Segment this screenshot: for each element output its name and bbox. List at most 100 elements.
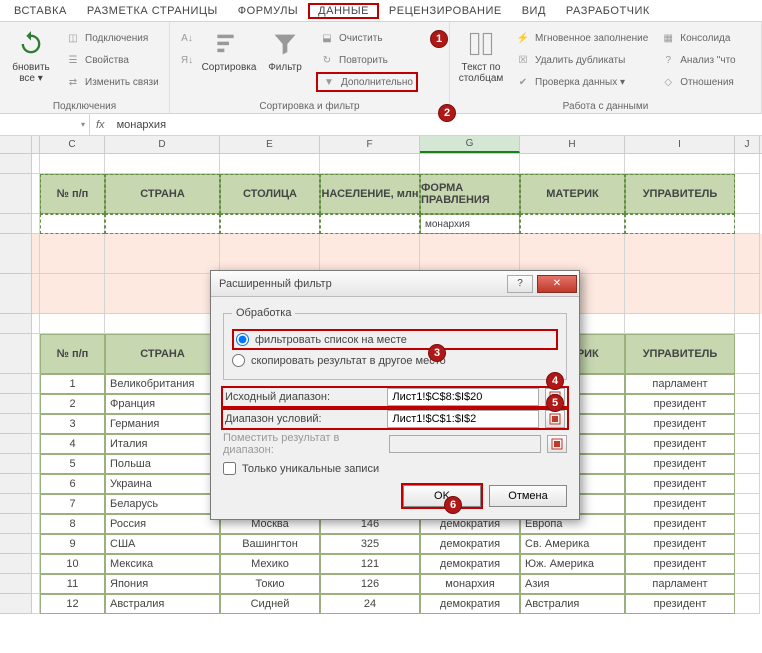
criteria-cell-value[interactable]: монархия xyxy=(420,214,520,234)
cell-num[interactable]: 8 xyxy=(40,514,105,534)
sort-desc-button[interactable]: Я↓ xyxy=(176,50,198,70)
cell-ruler[interactable]: президент xyxy=(625,514,735,534)
source-range-input[interactable] xyxy=(387,388,539,406)
cell-ruler[interactable]: президент xyxy=(625,594,735,614)
cell-num[interactable]: 7 xyxy=(40,494,105,514)
text-to-columns-button[interactable]: Текст по столбцам xyxy=(456,24,506,84)
refresh-all-button[interactable]: бновить все ▾ xyxy=(6,24,56,84)
radio-filter-in-place[interactable]: фильтровать список на месте xyxy=(232,329,558,350)
tab-view[interactable]: ВИД xyxy=(512,3,556,19)
cell-country[interactable]: США xyxy=(105,534,220,554)
properties-button[interactable]: ☰Свойства xyxy=(62,50,162,70)
consolidate-button[interactable]: ▦Консолида xyxy=(657,28,738,48)
cell-country[interactable]: Франция xyxy=(105,394,220,414)
cell-capital[interactable]: Токио xyxy=(220,574,320,594)
tab-insert[interactable]: ВСТАВКА xyxy=(4,3,77,19)
col-F[interactable]: F xyxy=(320,136,420,153)
cell-continent[interactable]: Австралия xyxy=(520,594,625,614)
name-box[interactable] xyxy=(0,114,90,135)
relations-button[interactable]: ◇Отношения xyxy=(657,72,738,92)
cell-country[interactable]: Великобритания xyxy=(105,374,220,394)
cell-country[interactable]: Россия xyxy=(105,514,220,534)
cell-government[interactable]: демократия xyxy=(420,534,520,554)
clear-filter-button[interactable]: ⬓Очистить xyxy=(316,28,418,48)
dialog-titlebar[interactable]: Расширенный фильтр ? ✕ xyxy=(211,271,579,297)
cell-continent[interactable]: Св. Америка xyxy=(520,534,625,554)
connections-button[interactable]: ◫Подключения xyxy=(62,28,162,48)
cell-country[interactable]: Мексика xyxy=(105,554,220,574)
tab-data[interactable]: ДАННЫЕ xyxy=(308,3,379,19)
cell-num[interactable]: 5 xyxy=(40,454,105,474)
cell-country[interactable]: Австралия xyxy=(105,594,220,614)
sort-button[interactable]: Сортировка xyxy=(204,24,254,73)
cell-population[interactable]: 24 xyxy=(320,594,420,614)
criteria-cell[interactable] xyxy=(220,214,320,234)
criteria-cell[interactable] xyxy=(105,214,220,234)
cell-country[interactable]: Германия xyxy=(105,414,220,434)
radio-copy-to[interactable]: скопировать результат в другое место xyxy=(232,354,558,367)
cell-ruler[interactable]: президент xyxy=(625,534,735,554)
col-I[interactable]: I xyxy=(625,136,735,153)
cell-ruler[interactable]: президент xyxy=(625,554,735,574)
edit-links-button[interactable]: ⇄Изменить связи xyxy=(62,72,162,92)
tab-review[interactable]: РЕЦЕНЗИРОВАНИЕ xyxy=(379,3,512,19)
criteria-range-ref-button[interactable] xyxy=(545,410,565,428)
tab-formulas[interactable]: ФОРМУЛЫ xyxy=(228,3,308,19)
radio-copy-input[interactable] xyxy=(232,354,245,367)
criteria-range-input[interactable] xyxy=(387,410,539,428)
cell-ruler[interactable]: парламент xyxy=(625,574,735,594)
criteria-cell[interactable] xyxy=(40,214,105,234)
cell-country[interactable]: Италия xyxy=(105,434,220,454)
cell-population[interactable]: 325 xyxy=(320,534,420,554)
cell-num[interactable]: 10 xyxy=(40,554,105,574)
cell-population[interactable]: 126 xyxy=(320,574,420,594)
unique-records-row[interactable]: Только уникальные записи xyxy=(223,462,567,475)
cell-ruler[interactable]: президент xyxy=(625,454,735,474)
col-G[interactable]: G xyxy=(420,136,520,153)
col-D[interactable]: D xyxy=(105,136,220,153)
cancel-button[interactable]: Отмена xyxy=(489,485,567,507)
cell-capital[interactable]: Вашингтон xyxy=(220,534,320,554)
cell-capital[interactable]: Сидней xyxy=(220,594,320,614)
advanced-filter-button[interactable]: ▼Дополнительно xyxy=(316,72,418,92)
col-J[interactable]: J xyxy=(735,136,760,153)
cell-ruler[interactable]: президент xyxy=(625,434,735,454)
cell-country[interactable]: Польша xyxy=(105,454,220,474)
tab-developer[interactable]: РАЗРАБОТЧИК xyxy=(556,3,660,19)
cell-num[interactable]: 2 xyxy=(40,394,105,414)
col-C[interactable]: C xyxy=(40,136,105,153)
cell-country[interactable]: Украина xyxy=(105,474,220,494)
cell-num[interactable]: 3 xyxy=(40,414,105,434)
sort-asc-button[interactable]: А↓ xyxy=(176,28,198,48)
cell-ruler[interactable]: президент xyxy=(625,494,735,514)
cell-ruler[interactable]: президент xyxy=(625,414,735,434)
data-validation-button[interactable]: ✔Проверка данных ▾ xyxy=(512,72,651,92)
cell-ruler[interactable]: президент xyxy=(625,394,735,414)
tab-pagelayout[interactable]: РАЗМЕТКА СТРАНИЦЫ xyxy=(77,3,228,19)
filter-button[interactable]: Фильтр xyxy=(260,24,310,73)
cell-government[interactable]: демократия xyxy=(420,594,520,614)
cell-num[interactable]: 1 xyxy=(40,374,105,394)
cell-num[interactable]: 6 xyxy=(40,474,105,494)
cell-ruler[interactable]: президент xyxy=(625,474,735,494)
cell-capital[interactable]: Мехико xyxy=(220,554,320,574)
cell-ruler[interactable]: парламент xyxy=(625,374,735,394)
ok-button[interactable]: OK xyxy=(403,485,481,507)
copy-to-ref-button[interactable] xyxy=(547,435,567,453)
col-H[interactable]: H xyxy=(520,136,625,153)
cell-num[interactable]: 11 xyxy=(40,574,105,594)
col-E[interactable]: E xyxy=(220,136,320,153)
cell-country[interactable]: Беларусь xyxy=(105,494,220,514)
dialog-help-button[interactable]: ? xyxy=(507,275,533,293)
criteria-cell[interactable] xyxy=(520,214,625,234)
cell-num[interactable]: 12 xyxy=(40,594,105,614)
cell-government[interactable]: демократия xyxy=(420,554,520,574)
cell-population[interactable]: 121 xyxy=(320,554,420,574)
whatif-button[interactable]: ?Анализ "что xyxy=(657,50,738,70)
cell-continent[interactable]: Юж. Америка xyxy=(520,554,625,574)
cell-government[interactable]: монархия xyxy=(420,574,520,594)
fx-icon[interactable]: fx xyxy=(90,119,111,131)
cell-country[interactable]: Япония xyxy=(105,574,220,594)
formula-input[interactable]: монархия xyxy=(111,119,762,131)
flash-fill-button[interactable]: ⚡Мгновенное заполнение xyxy=(512,28,651,48)
